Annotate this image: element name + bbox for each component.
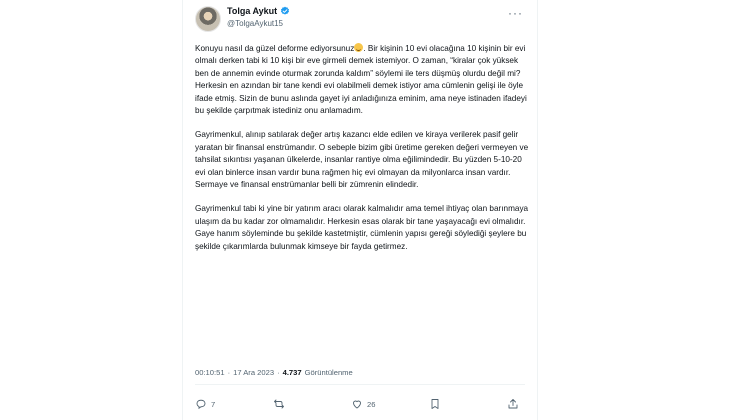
tweet-actions: 7 26 (195, 398, 519, 412)
tweet-text: Konuyu nasıl da güzel deforme ediyorsunu… (195, 43, 529, 253)
views-label: Görüntülenme (304, 368, 353, 377)
views-count: 4.737 (282, 368, 302, 377)
retweet-button[interactable] (273, 398, 289, 410)
tweet-time[interactable]: 00:10:51 (195, 368, 225, 377)
retweet-icon (274, 399, 284, 409)
reply-count: 7 (211, 399, 216, 409)
avatar[interactable] (195, 6, 221, 32)
meta-separator: · (277, 368, 280, 377)
divider (195, 384, 525, 385)
reply-button[interactable]: 7 (195, 398, 215, 410)
tweet-date[interactable]: 17 Ara 2023 (233, 368, 274, 377)
tweet-paragraph-1: Konuyu nasıl da güzel deforme ediyorsunu… (195, 43, 529, 117)
meta-separator: · (227, 368, 231, 377)
bookmark-icon (431, 399, 439, 409)
tweet-meta: 00:10:51 · 17 Ara 2023 · 4.737 Görüntüle… (195, 368, 353, 377)
heart-icon (353, 400, 361, 409)
share-icon (508, 399, 518, 409)
share-button[interactable] (507, 398, 519, 410)
bookmark-button[interactable] (429, 398, 441, 410)
like-count: 26 (367, 399, 376, 409)
grinning-emoji-icon (354, 43, 364, 52)
author-handle[interactable]: @TolgaAykut15 (227, 19, 283, 28)
paragraph-text: Konuyu nasıl da güzel deforme ediyorsunu… (195, 44, 355, 53)
tweet-paragraph-2: Gayrimenkul, alınıp satılarak değer artı… (195, 129, 529, 191)
author-name-row: Tolga Aykut (227, 6, 290, 16)
like-button[interactable]: 26 (351, 398, 375, 410)
paragraph-text: . Bir kişinin 10 evi olacağına 10 kişini… (195, 44, 527, 116)
paragraph-text: Gayrimenkul, alınıp satılarak değer artı… (195, 130, 529, 190)
tweet-card: Tolga Aykut @TolgaAykut15 ··· Konuyu nas… (182, 0, 538, 420)
more-options-icon[interactable]: ··· (508, 6, 523, 20)
tweet-header: Tolga Aykut @TolgaAykut15 ··· (193, 4, 529, 34)
paragraph-text: Gayrimenkul tabi ki yine bir yatırım ara… (195, 204, 529, 251)
tweet-paragraph-3: Gayrimenkul tabi ki yine bir yatırım ara… (195, 203, 529, 253)
author-display-name[interactable]: Tolga Aykut (227, 6, 277, 16)
reply-icon (196, 399, 206, 410)
verified-badge-icon (281, 6, 290, 15)
